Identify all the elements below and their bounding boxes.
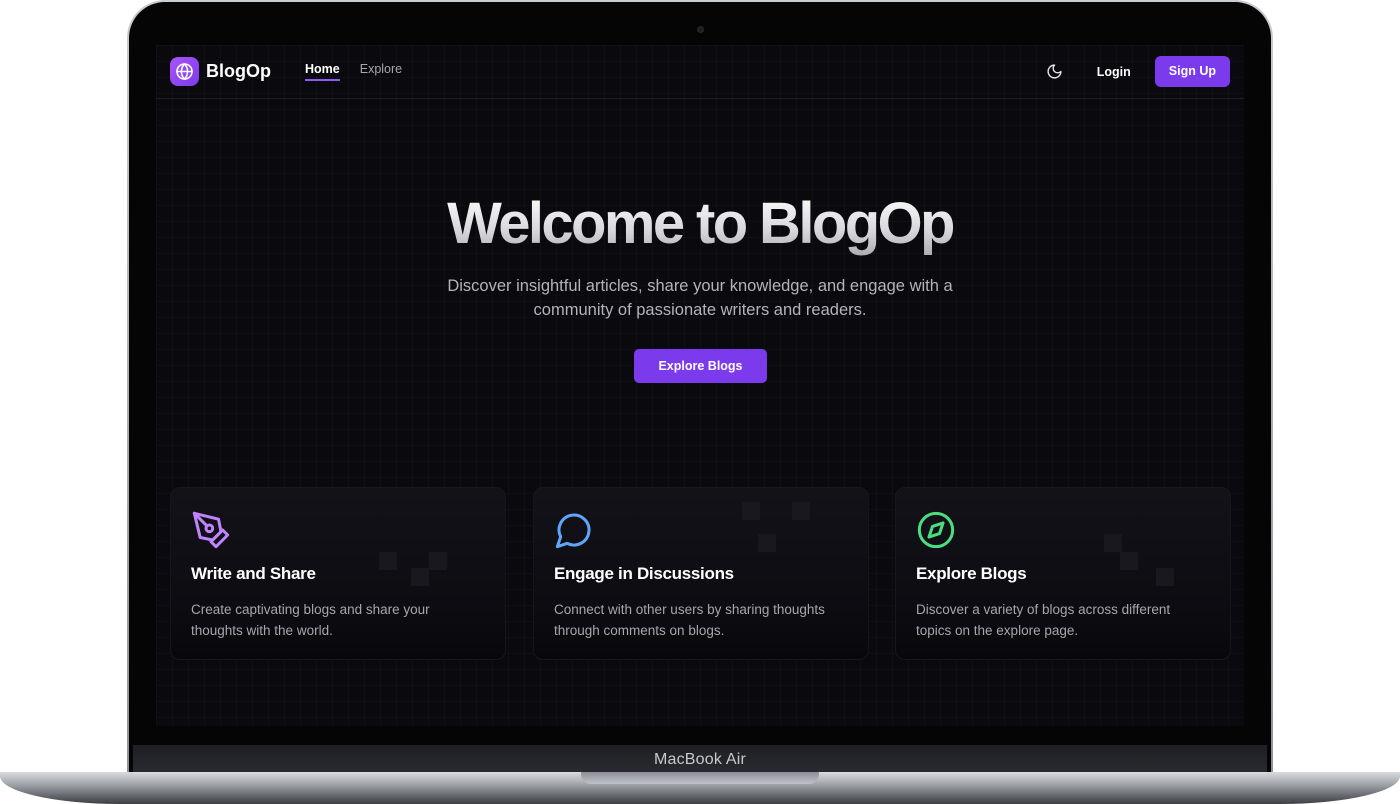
hero-title: Welcome to BlogOp <box>156 191 1244 257</box>
signup-button[interactable]: Sign Up <box>1154 56 1230 87</box>
webcam <box>697 26 704 33</box>
brand-name: BlogOp <box>206 61 271 81</box>
chat-bubble-icon <box>554 510 594 550</box>
compass-icon <box>916 510 956 550</box>
card-decor <box>1156 568 1174 586</box>
card-decor <box>1120 552 1138 570</box>
explore-blogs-button[interactable]: Explore Blogs <box>634 349 767 383</box>
globe-icon <box>170 57 199 86</box>
feature-card-discussions: Engage in Discussions Connect with other… <box>533 487 869 660</box>
feature-description: Create captivating blogs and share your … <box>191 602 430 638</box>
navbar: BlogOp Home Explore Login Sign Up <box>156 45 1244 99</box>
feature-card-explore: Explore Blogs Discover a variety of blog… <box>895 487 1231 660</box>
card-decor <box>1104 534 1122 552</box>
browser-viewport: BlogOp Home Explore Login Sign Up Welcom… <box>156 45 1244 726</box>
laptop-hinge-notch <box>581 772 819 784</box>
moon-icon[interactable] <box>1043 60 1067 84</box>
feature-title: Write and Share <box>191 564 316 583</box>
feature-title: Explore Blogs <box>916 564 1027 583</box>
feature-title: Engage in Discussions <box>554 564 734 583</box>
feature-description: Connect with other users by sharing thou… <box>554 602 825 638</box>
card-decor <box>742 502 760 520</box>
hero-subtitle: Discover insightful articles, share your… <box>447 277 953 319</box>
device-label: MacBook Air <box>133 745 1267 775</box>
login-button[interactable]: Login <box>1093 59 1135 85</box>
pen-nib-icon <box>191 510 231 550</box>
nav-links: Home Explore <box>305 62 402 81</box>
card-decor <box>411 568 429 586</box>
card-decor <box>429 552 447 570</box>
nav-link-explore[interactable]: Explore <box>360 62 402 81</box>
card-decor <box>758 534 776 552</box>
nav-link-home[interactable]: Home <box>305 62 340 81</box>
card-decor <box>379 552 397 570</box>
brand[interactable]: BlogOp <box>170 57 271 86</box>
card-decor <box>792 502 810 520</box>
feature-card-write: Write and Share Create captivating blogs… <box>170 487 506 660</box>
feature-description: Discover a variety of blogs across diffe… <box>916 602 1171 638</box>
nav-actions: Login Sign Up <box>1043 56 1230 87</box>
